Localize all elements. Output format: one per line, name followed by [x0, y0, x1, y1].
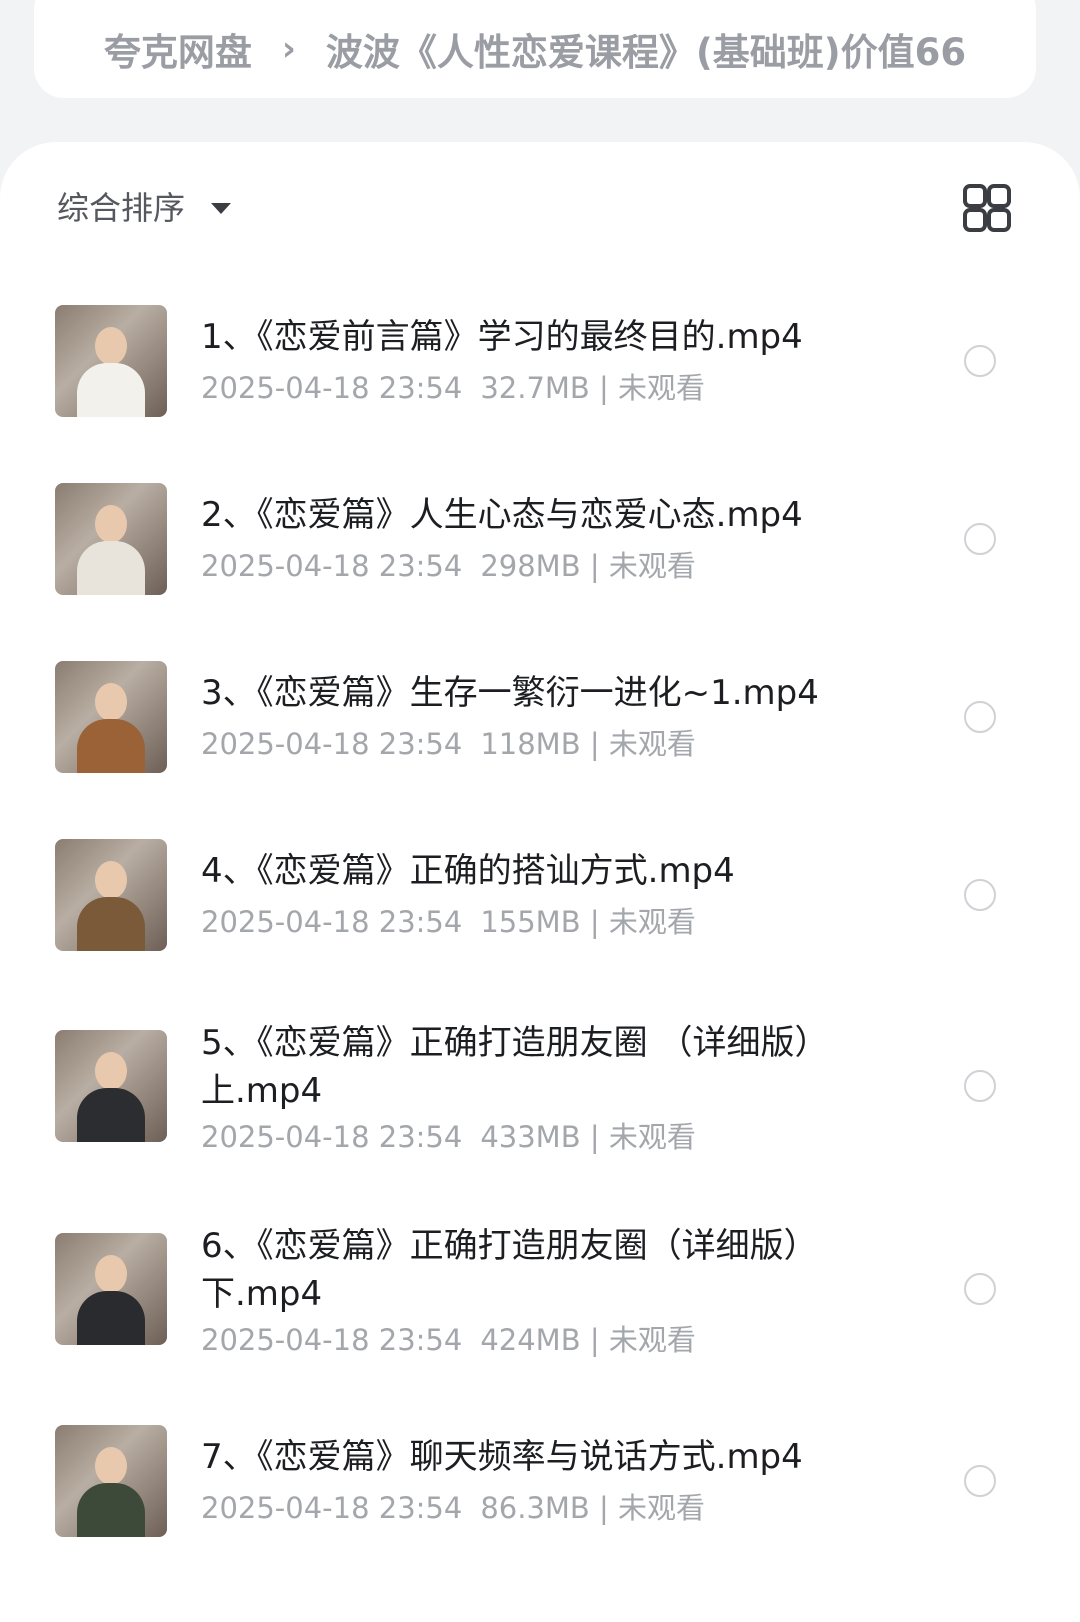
- video-thumbnail: [55, 1233, 167, 1345]
- watch-status: 未观看: [608, 905, 696, 939]
- file-date: 2025-04-18 23:54: [201, 549, 463, 583]
- file-size: 155MB: [480, 905, 581, 939]
- file-name: 4、《恋爱篇》正确的搭讪方式.mp4: [201, 851, 735, 891]
- file-list-panel: 综合排序 1、《恋爱前言篇》学习的最终目的.mp4 2025-04-18 23:5…: [0, 142, 1080, 1622]
- meta-divider: |: [580, 727, 609, 761]
- file-date: 2025-04-18 23:54: [201, 727, 463, 761]
- watch-status: 未观看: [608, 727, 696, 761]
- meta-divider: |: [580, 1120, 609, 1154]
- file-size: 298MB: [480, 549, 581, 583]
- select-radio[interactable]: [964, 1070, 996, 1102]
- file-name: 1、《恋爱前言篇》学习的最终目的.mp4: [201, 317, 803, 357]
- file-size: 433MB: [480, 1120, 581, 1154]
- file-date: 2025-04-18 23:54: [201, 1491, 463, 1525]
- file-name: 5、《恋爱篇》正确打造朋友圈 （详细版）上.mp4: [201, 1023, 829, 1111]
- file-size: 424MB: [480, 1323, 581, 1357]
- grid-view-icon[interactable]: [963, 184, 1011, 232]
- caret-down-icon: [211, 202, 232, 214]
- sort-label: 综合排序: [57, 189, 186, 227]
- file-meta: 2025-04-18 23:54 86.3MB | 未观看: [201, 1488, 705, 1528]
- file-meta: 2025-04-18 23:54 433MB | 未观看: [201, 1117, 696, 1157]
- file-size: 86.3MB: [480, 1491, 590, 1525]
- breadcrumb: 夸克网盘 › 波波《人性恋爱课程》(基础班)价值66: [34, 0, 1036, 98]
- select-radio[interactable]: [964, 345, 996, 377]
- file-meta: 2025-04-18 23:54 155MB | 未观看: [201, 902, 696, 942]
- meta-divider: |: [580, 549, 609, 583]
- select-radio[interactable]: [964, 701, 996, 733]
- video-thumbnail: [55, 483, 167, 595]
- video-thumbnail: [55, 1425, 167, 1537]
- file-name: 2、《恋爱篇》人生心态与恋爱心态.mp4: [201, 495, 803, 535]
- watch-status: 未观看: [618, 1491, 706, 1525]
- select-radio[interactable]: [964, 1465, 996, 1497]
- video-thumbnail: [55, 661, 167, 773]
- chevron-right-icon: ›: [281, 29, 296, 69]
- select-radio[interactable]: [964, 879, 996, 911]
- sort-dropdown[interactable]: 综合排序: [57, 182, 232, 230]
- select-radio[interactable]: [964, 523, 996, 555]
- file-meta: 2025-04-18 23:54 298MB | 未观看: [201, 546, 696, 586]
- file-size: 32.7MB: [480, 371, 590, 405]
- select-radio[interactable]: [964, 1273, 996, 1305]
- watch-status: 未观看: [608, 1323, 696, 1357]
- file-name: 6、《恋爱篇》正确打造朋友圈（详细版）下.mp4: [201, 1226, 818, 1314]
- video-thumbnail: [55, 1030, 167, 1142]
- video-thumbnail: [55, 839, 167, 951]
- meta-divider: |: [580, 1323, 609, 1357]
- file-date: 2025-04-18 23:54: [201, 1120, 463, 1154]
- video-thumbnail: [55, 305, 167, 417]
- file-meta: 2025-04-18 23:54 118MB | 未观看: [201, 724, 696, 764]
- file-name: 3、《恋爱篇》生存一繁衍一进化~1.mp4: [201, 673, 819, 713]
- watch-status: 未观看: [608, 549, 696, 583]
- watch-status: 未观看: [618, 371, 706, 405]
- meta-divider: |: [580, 905, 609, 939]
- meta-divider: |: [589, 371, 619, 405]
- file-size: 118MB: [480, 727, 581, 761]
- watch-status: 未观看: [608, 1120, 696, 1154]
- breadcrumb-root-link[interactable]: 夸克网盘: [104, 22, 252, 76]
- file-meta: 2025-04-18 23:54 424MB | 未观看: [201, 1320, 696, 1360]
- file-name: 7、《恋爱篇》聊天频率与说话方式.mp4: [201, 1437, 803, 1477]
- file-date: 2025-04-18 23:54: [201, 905, 463, 939]
- file-date: 2025-04-18 23:54: [201, 1323, 463, 1357]
- file-date: 2025-04-18 23:54: [201, 371, 463, 405]
- meta-divider: |: [589, 1491, 619, 1525]
- file-meta: 2025-04-18 23:54 32.7MB | 未观看: [201, 368, 705, 408]
- breadcrumb-current-folder: 波波《人性恋爱课程》(基础班)价值66: [325, 31, 967, 74]
